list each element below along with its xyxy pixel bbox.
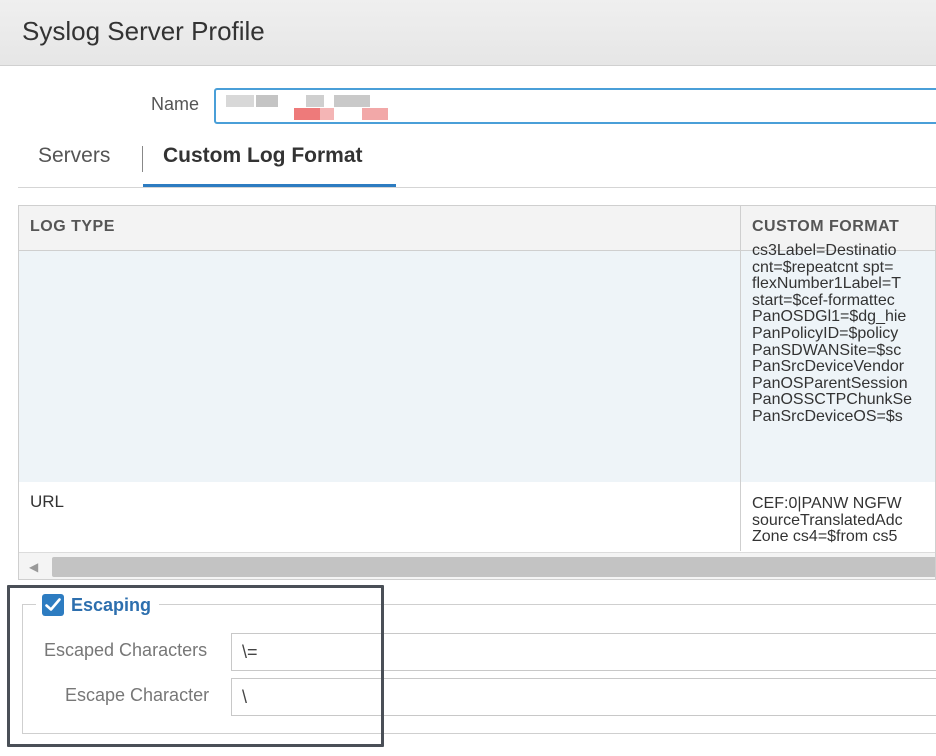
format-line: PanPolicyID=$policy bbox=[752, 324, 899, 342]
dialog-title: Syslog Server Profile bbox=[22, 16, 265, 46]
tab-divider bbox=[142, 146, 143, 172]
dialog-titlebar: Syslog Server Profile bbox=[0, 0, 936, 66]
format-line: PanOSParentSession bbox=[752, 374, 908, 392]
format-line: Zone cs4=$from cs5 bbox=[752, 528, 898, 546]
escaped-characters-label: Escaped Characters bbox=[44, 640, 208, 660]
horizontal-scrollbar[interactable]: ◀ bbox=[19, 552, 935, 579]
custom-format-cell: cs3Label=Destinatio cnt=$repeatcnt spt= … bbox=[752, 243, 935, 426]
name-row: Name bbox=[0, 86, 936, 126]
format-line: PanSDWANSite=$sc bbox=[752, 341, 902, 359]
column-divider bbox=[740, 206, 741, 551]
redacted-name-block bbox=[320, 108, 334, 120]
chevron-left-icon[interactable]: ◀ bbox=[29, 560, 38, 574]
redacted-name-block bbox=[306, 95, 324, 107]
redacted-name-block bbox=[256, 95, 278, 107]
column-header-log-type[interactable]: LOG TYPE bbox=[30, 218, 115, 236]
tab-custom-log-format[interactable]: Custom Log Format bbox=[163, 144, 363, 168]
active-tab-indicator bbox=[143, 184, 396, 187]
format-line: flexNumber1Label=T bbox=[752, 275, 901, 293]
redacted-name-block bbox=[362, 108, 388, 120]
format-line: cnt=$repeatcnt spt= bbox=[752, 258, 894, 276]
escaping-legend: Escaping bbox=[36, 592, 160, 618]
format-line: PanOSDGl1=$dg_hie bbox=[752, 308, 907, 326]
table-row[interactable]: cs3Label=Destinatio cnt=$repeatcnt spt= … bbox=[19, 243, 935, 482]
fieldset-border bbox=[22, 604, 23, 734]
name-input[interactable] bbox=[214, 88, 936, 124]
format-line: CEF:0|PANW NGFW bbox=[752, 496, 902, 512]
redacted-name-block bbox=[294, 108, 320, 120]
format-line: start=$cef-formattec bbox=[752, 291, 895, 309]
format-line: cs3Label=Destinatio bbox=[752, 243, 897, 259]
custom-log-format-table: LOG TYPE CUSTOM FORMAT cs3Label=Destinat… bbox=[18, 205, 936, 580]
column-header-custom-format[interactable]: CUSTOM FORMAT bbox=[752, 218, 899, 236]
checkmark-icon bbox=[45, 598, 61, 611]
escape-character-label: Escape Character bbox=[65, 685, 210, 705]
escaping-checkbox[interactable] bbox=[42, 594, 64, 616]
escaping-group: Escaping Escaped Characters \= Escape Ch… bbox=[22, 592, 936, 734]
table-row[interactable]: URL CEF:0|PANW NGFW sourceTranslatedAdc … bbox=[19, 482, 935, 552]
tab-servers[interactable]: Servers bbox=[38, 144, 110, 168]
tab-bar: Servers Custom Log Format bbox=[18, 134, 936, 188]
redacted-name-block bbox=[226, 95, 254, 107]
log-type-cell: URL bbox=[30, 492, 65, 511]
format-line: PanOSSCTPChunkSe bbox=[752, 391, 913, 409]
name-label: Name bbox=[151, 94, 200, 114]
fieldset-border bbox=[22, 733, 936, 734]
format-line: PanSrcDeviceOS=$s bbox=[752, 407, 903, 425]
format-line: sourceTranslatedAdc bbox=[752, 511, 903, 529]
redacted-name-block bbox=[334, 95, 370, 107]
escaped-characters-input[interactable]: \= bbox=[231, 633, 936, 671]
escaping-label: Escaping bbox=[71, 594, 152, 615]
scrollbar-thumb[interactable] bbox=[52, 557, 935, 577]
fieldset-border bbox=[22, 604, 936, 605]
custom-format-cell: CEF:0|PANW NGFW sourceTranslatedAdc Zone… bbox=[752, 496, 935, 546]
format-line: PanSrcDeviceVendor bbox=[752, 358, 905, 376]
escape-character-input[interactable]: \ bbox=[231, 678, 936, 716]
